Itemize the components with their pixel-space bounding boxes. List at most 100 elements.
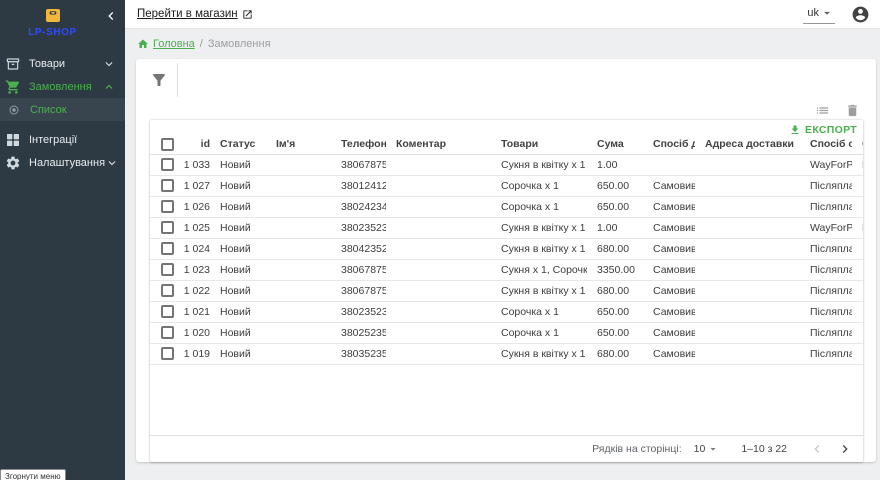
table-row[interactable]: 1 019 Новий 380352352353 Сукня в квітку … (150, 343, 863, 364)
cell-phone: 380242342342 (331, 196, 386, 217)
rows-per-page-label: Рядків на сторінці: (592, 443, 681, 455)
cell-payment-status (852, 175, 863, 196)
breadcrumb-separator: / (200, 38, 203, 50)
header-name: Ім'я (266, 135, 331, 154)
external-link-icon (242, 9, 253, 20)
cell-products: Сорочка x 1 (491, 196, 587, 217)
cell-address (695, 322, 800, 343)
cell-name (266, 217, 331, 238)
export-button[interactable]: ЕКСПОРТ (789, 124, 857, 135)
sidebar-item-label: Інтеграції (29, 134, 77, 146)
table-empty-space (150, 365, 863, 436)
sidebar-item-products[interactable]: Товари (0, 52, 125, 75)
go-to-store-link[interactable]: Перейти в магазин (137, 8, 253, 20)
row-select-cell (150, 259, 182, 280)
cell-payment-status (852, 196, 863, 217)
cell-products: Сорочка x 1 (491, 175, 587, 196)
row-checkbox[interactable] (161, 284, 174, 297)
cell-payment: Післяплата (800, 238, 852, 259)
cell-name (266, 196, 331, 217)
breadcrumb-current: Замовлення (208, 38, 271, 50)
row-checkbox[interactable] (161, 221, 174, 234)
cell-products: Сорочка x 1 (491, 301, 587, 322)
trash-icon[interactable] (845, 103, 860, 118)
row-checkbox[interactable] (161, 347, 174, 360)
table-row[interactable]: 1 033 Новий 380678755765 Сукня в квітку … (150, 154, 863, 175)
cell-comment (386, 280, 491, 301)
table-row[interactable]: 1 021 Новий 380235235235 Сорочка x 1 650… (150, 301, 863, 322)
chevron-up-icon (102, 80, 116, 94)
sidebar-item-settings[interactable]: Налаштування (0, 151, 125, 174)
cell-payment: Післяплата (800, 322, 852, 343)
cell-status: Новий (210, 259, 266, 280)
toolbar-divider (177, 63, 178, 97)
cell-name (266, 301, 331, 322)
row-checkbox[interactable] (161, 158, 174, 171)
store-link-label: Перейти в магазин (137, 8, 238, 20)
row-select-cell (150, 217, 182, 238)
cell-delivery (643, 154, 695, 175)
sidebar-item-integrations[interactable]: Інтеграції (0, 128, 125, 151)
row-checkbox[interactable] (161, 200, 174, 213)
cell-sum: 1.00 (587, 217, 643, 238)
previous-page-button[interactable] (809, 441, 825, 457)
header-address: Адреса доставки (695, 135, 800, 154)
cell-products: Сукня x 1, Сорочка x 4 (491, 259, 587, 280)
next-page-button[interactable] (837, 441, 853, 457)
language-select[interactable]: uk (803, 4, 835, 24)
row-checkbox[interactable] (161, 326, 174, 339)
logo[interactable]: LP-SHOP (0, 5, 105, 38)
table-row[interactable]: 1 022 Новий 380678755765 Сукня в квітку … (150, 280, 863, 301)
header-phone: Телефон (331, 135, 386, 154)
header-select-cell (150, 135, 182, 154)
sidebar: LP-SHOP Товари Замовлення (0, 0, 125, 480)
breadcrumb-home-link[interactable]: Головна (137, 38, 195, 50)
filter-funnel-icon[interactable] (150, 71, 168, 89)
cell-delivery: Самовивіз (643, 343, 695, 364)
cell-payment-status (852, 259, 863, 280)
row-checkbox[interactable] (161, 263, 174, 276)
sidebar-item-label: Замовлення (29, 81, 92, 93)
cell-comment (386, 154, 491, 175)
chevron-down-icon (102, 57, 116, 71)
home-icon (137, 38, 149, 50)
cell-status: Новий (210, 343, 266, 364)
cell-payment-status (852, 280, 863, 301)
sidebar-collapse-button[interactable] (103, 8, 119, 24)
table-row[interactable]: 1 020 Новий 380252352352 Сорочка x 1 650… (150, 322, 863, 343)
row-checkbox[interactable] (161, 242, 174, 255)
row-checkbox[interactable] (161, 305, 174, 318)
row-select-cell (150, 301, 182, 322)
cart-icon (5, 79, 21, 95)
cell-name (266, 343, 331, 364)
collapse-menu-tooltip: Згорнути меню (0, 469, 66, 480)
table-row[interactable]: 1 025 Новий 380235235235 Сукня в квітку … (150, 217, 863, 238)
cell-payment-status (852, 238, 863, 259)
cell-sum: 650.00 (587, 301, 643, 322)
table-row[interactable]: 1 026 Новий 380242342342 Сорочка x 1 650… (150, 196, 863, 217)
cell-products: Сорочка x 1 (491, 322, 587, 343)
gear-icon (5, 155, 21, 171)
cell-status: Новий (210, 322, 266, 343)
orders-table: id Статус Ім'я Телефон Коментар Товари С… (150, 135, 863, 365)
rows-per-page-select[interactable]: 10 (694, 443, 720, 455)
cell-payment: WayForPay (800, 154, 852, 175)
cell-products: Сукня в квітку x 1 (491, 154, 587, 175)
logo-area: LP-SHOP (0, 0, 125, 48)
caret-down-icon (820, 6, 834, 20)
row-checkbox[interactable] (161, 179, 174, 192)
table-row[interactable]: 1 023 Новий 380678755722 Сукня x 1, Соро… (150, 259, 863, 280)
column-list-icon[interactable] (815, 103, 830, 118)
table-row[interactable]: 1 024 Новий 380423523523 Сукня в квітку … (150, 238, 863, 259)
cell-payment-status: Пі (852, 154, 863, 175)
sidebar-item-orders-list[interactable]: Список (0, 98, 125, 121)
select-all-checkbox[interactable] (161, 138, 174, 151)
sidebar-item-orders[interactable]: Замовлення (0, 75, 125, 98)
cell-id: 1 023 (182, 259, 210, 280)
cell-name (266, 280, 331, 301)
table-row[interactable]: 1 027 Новий 380124124124 Сорочка x 1 650… (150, 175, 863, 196)
shopping-bag-logo-icon (43, 5, 63, 25)
account-icon[interactable] (851, 5, 870, 24)
cell-sum: 3350.00 (587, 259, 643, 280)
cell-payment: WayForPay (800, 217, 852, 238)
